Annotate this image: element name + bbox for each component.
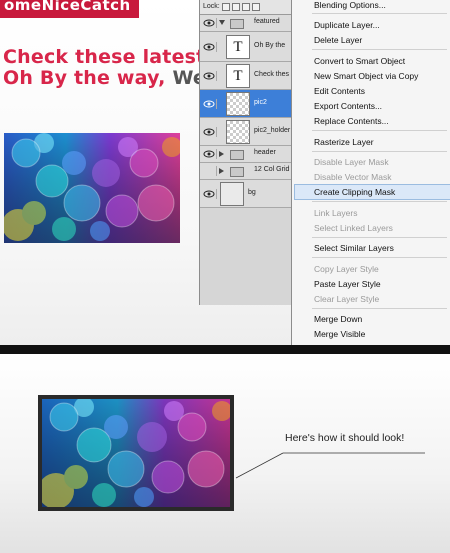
menu-separator <box>312 257 447 258</box>
layer-name: Oh By the <box>254 41 286 49</box>
menu-separator <box>312 151 447 152</box>
group-expand-icon[interactable] <box>219 20 225 25</box>
group-collapse-icon[interactable] <box>219 151 224 157</box>
fill-thumbnail-icon <box>220 182 244 206</box>
menu-item-disable-vector-mask: Disable Vector Mask <box>314 172 392 182</box>
headline-line-1: Check these latest <box>3 46 206 68</box>
layer-row-check-these[interactable]: T Check thes <box>200 62 292 90</box>
lock-pixels-icon[interactable] <box>232 3 240 11</box>
lock-label: Lock: <box>203 3 220 10</box>
bokeh-image-unclipped <box>4 133 180 243</box>
menu-item-edit-contents[interactable]: Edit Contents <box>314 86 365 96</box>
menu-separator <box>312 130 447 131</box>
visibility-eye-icon[interactable] <box>202 149 217 159</box>
photoshop-canvas-area: omeNiceCatch Check these latest Oh By th… <box>0 0 450 345</box>
layer-row-pic2[interactable]: pic2 <box>200 90 292 118</box>
headline-line-2-colored: Oh By the way, <box>3 67 166 89</box>
layer-row-12-col-grid[interactable]: 12 Col Grid <box>200 163 292 180</box>
layer-row-bg[interactable]: bg <box>200 180 292 208</box>
menu-item-new-smart-object-via-copy[interactable]: New Smart Object via Copy <box>314 71 418 81</box>
layer-name: pic2 <box>254 98 267 106</box>
menu-item-copy-layer-style: Copy Layer Style <box>314 264 379 274</box>
result-preview: Here's how it should look! <box>0 354 450 553</box>
text-layer-icon: T <box>226 64 250 88</box>
smart-object-thumbnail-icon <box>226 92 250 116</box>
layers-panel: Lock: featured T Oh By the T Check thes <box>199 0 292 305</box>
menu-separator <box>312 237 447 238</box>
visibility-eye-icon[interactable] <box>202 98 217 109</box>
menu-separator <box>312 13 447 14</box>
lock-position-icon[interactable] <box>242 3 250 11</box>
lock-row: Lock: <box>200 0 292 15</box>
folder-icon <box>230 167 244 177</box>
layer-name: 12 Col Grid <box>254 166 290 173</box>
menu-item-convert-smart-object[interactable]: Convert to Smart Object <box>314 56 405 66</box>
menu-item-duplicate-layer[interactable]: Duplicate Layer... <box>314 20 380 30</box>
site-logo: omeNiceCatch <box>0 0 139 18</box>
group-collapse-icon[interactable] <box>219 168 224 174</box>
layer-row-pic2-holder[interactable]: pic2_holder <box>200 118 292 146</box>
layer-name: pic2_holder <box>254 126 291 134</box>
layer-row-header[interactable]: header <box>200 146 292 163</box>
menu-item-select-similar-layers[interactable]: Select Similar Layers <box>314 243 394 253</box>
visibility-eye-icon[interactable] <box>202 41 217 52</box>
menu-item-rasterize-layer[interactable]: Rasterize Layer <box>314 137 374 147</box>
menu-item-select-linked-layers: Select Linked Layers <box>314 223 393 233</box>
lock-all-icon[interactable] <box>252 3 260 11</box>
result-caption: Here's how it should look! <box>285 432 405 444</box>
menu-separator <box>312 308 447 309</box>
menu-item-clear-layer-style: Clear Layer Style <box>314 294 380 304</box>
section-divider <box>0 345 450 354</box>
layer-name: header <box>254 149 276 156</box>
callout-pointer-line <box>235 452 425 479</box>
menu-item-disable-layer-mask: Disable Layer Mask <box>314 157 389 167</box>
menu-item-link-layers: Link Layers <box>314 208 358 218</box>
menu-item-replace-contents[interactable]: Replace Contents... <box>314 116 389 126</box>
layer-context-menu: Blending Options... Duplicate Layer... D… <box>291 0 450 345</box>
menu-item-merge-down[interactable]: Merge Down <box>314 314 362 324</box>
folder-icon <box>230 150 244 160</box>
visibility-eye-icon[interactable] <box>202 188 217 199</box>
menu-item-delete-layer[interactable]: Delete Layer <box>314 35 362 45</box>
menu-item-create-clipping-mask[interactable]: Create Clipping Mask <box>314 187 395 197</box>
menu-separator <box>312 201 447 202</box>
layer-thumbnail-icon <box>226 120 250 144</box>
folder-icon <box>230 19 244 29</box>
menu-item-blending-options[interactable]: Blending Options... <box>314 0 386 10</box>
lock-transparency-icon[interactable] <box>222 3 230 11</box>
visibility-eye-icon[interactable] <box>202 126 217 137</box>
visibility-eye-icon[interactable] <box>202 70 217 81</box>
headline-line-2: Oh By the way, We <box>3 67 206 89</box>
visibility-empty-icon[interactable] <box>202 166 217 176</box>
layer-name: bg <box>248 188 256 196</box>
layer-row-featured[interactable]: featured <box>200 15 292 32</box>
menu-item-merge-visible[interactable]: Merge Visible <box>314 329 365 339</box>
menu-separator <box>312 49 447 50</box>
menu-item-export-contents[interactable]: Export Contents... <box>314 101 382 111</box>
menu-item-paste-layer-style[interactable]: Paste Layer Style <box>314 279 381 289</box>
visibility-eye-icon[interactable] <box>202 18 217 28</box>
text-layer-icon: T <box>226 35 250 59</box>
layer-row-oh-by-the[interactable]: T Oh By the <box>200 32 292 62</box>
layer-name: featured <box>254 18 280 25</box>
layer-name: Check thes <box>254 70 290 78</box>
